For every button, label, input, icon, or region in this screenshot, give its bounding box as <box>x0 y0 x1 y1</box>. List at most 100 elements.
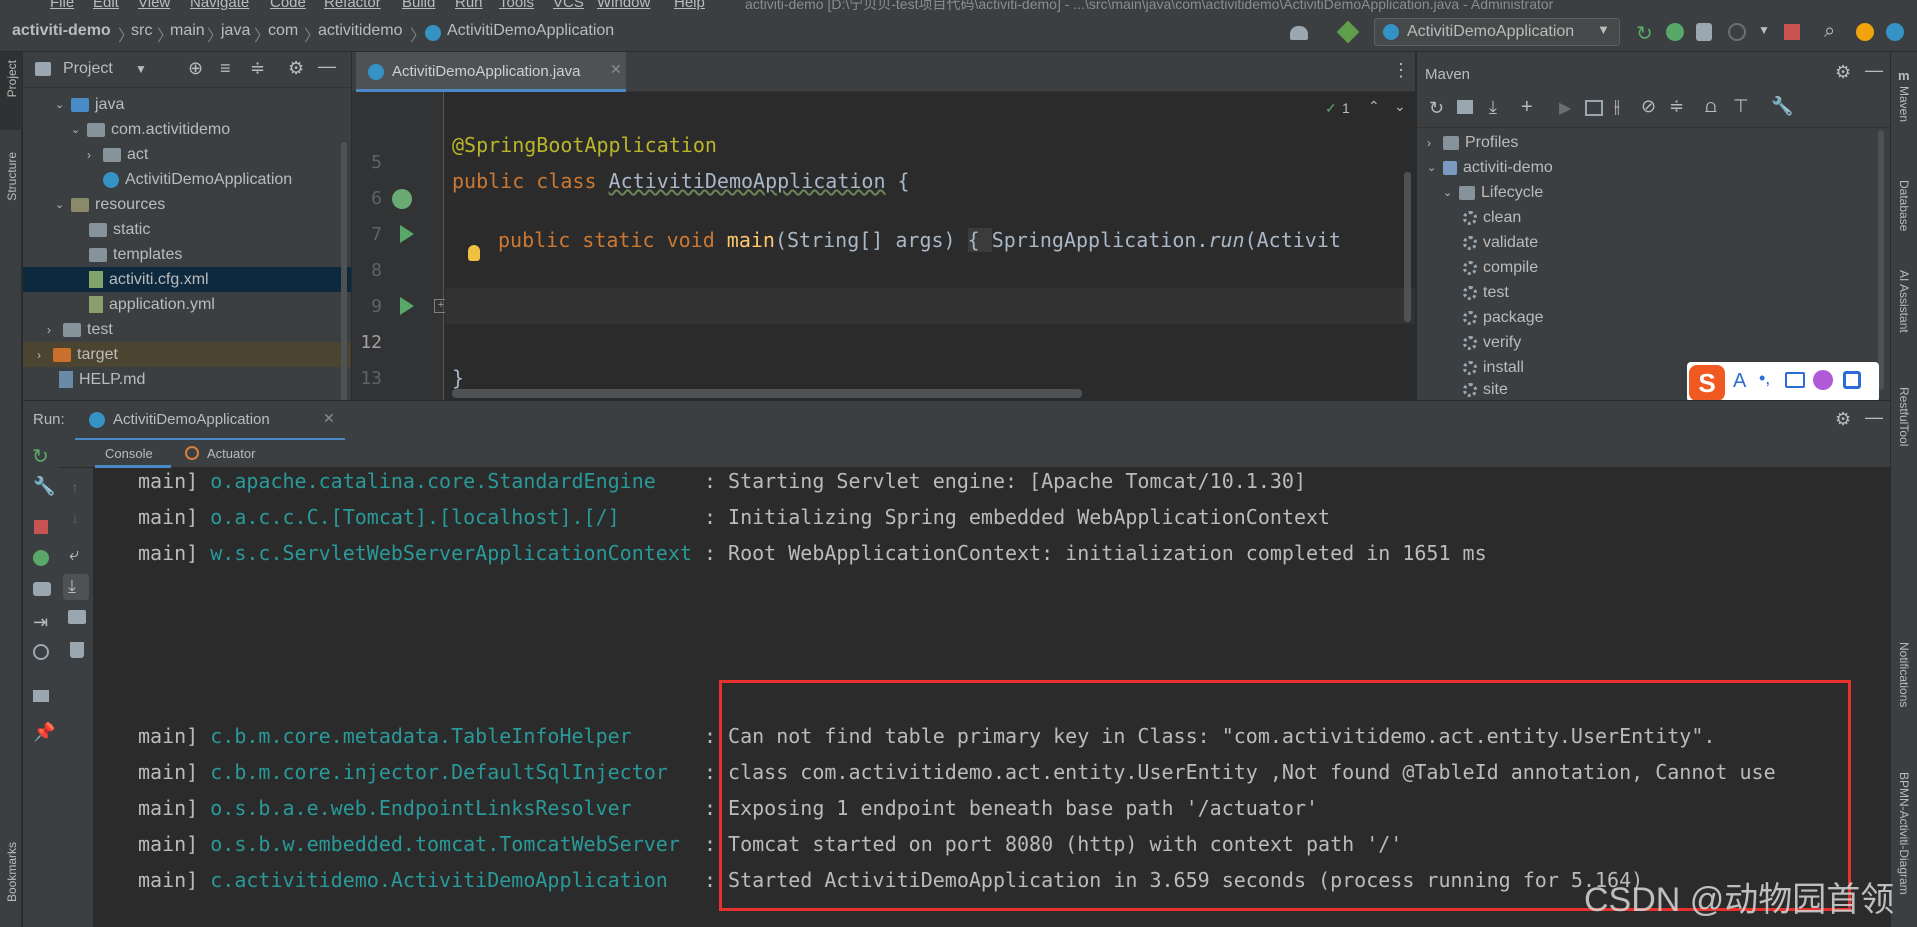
log-logger[interactable]: o.apache.catalina.core.StandardEngine <box>210 469 692 493</box>
log-logger[interactable]: o.s.b.w.embedded.tomcat.TomcatWebServer <box>210 832 692 856</box>
more-run-dropdown-icon[interactable]: ▼ <box>1758 23 1770 37</box>
next-highlight-icon[interactable]: ⌄ <box>1394 98 1406 115</box>
debug-icon[interactable] <box>1666 23 1684 41</box>
maven-lifecycle[interactable]: ⌄ Lifecycle <box>1443 180 1543 205</box>
editor-tab[interactable]: ActivitiDemoApplication.java ✕ <box>356 52 626 92</box>
menu-navigate[interactable]: Navigate <box>190 0 249 11</box>
pin-icon[interactable]: 📌 <box>33 722 55 743</box>
restful-tool-label[interactable]: RestfulTool <box>1897 387 1911 446</box>
rerun-icon[interactable]: ↻ <box>1636 21 1653 46</box>
menu-run[interactable]: Run <box>455 0 483 11</box>
gear-icon[interactable]: ⚙ <box>1835 62 1851 83</box>
tree-item-test[interactable]: › test <box>47 317 113 342</box>
tree-item-activiti-cfg[interactable]: activiti.cfg.xml <box>23 267 351 292</box>
collapse-all-icon[interactable]: ≑ <box>250 58 265 79</box>
profile-icon[interactable] <box>1728 23 1746 41</box>
maven-goal-validate[interactable]: validate <box>1463 230 1538 255</box>
log-logger[interactable]: w.s.c.ServletWebServerApplicationContext <box>210 541 692 565</box>
generate-sources-icon[interactable] <box>1457 100 1473 114</box>
minimize-icon[interactable]: — <box>1865 60 1883 81</box>
add-icon[interactable]: + <box>1521 96 1533 119</box>
down-arrow-icon[interactable]: ↓ <box>71 510 79 528</box>
lightbulb-icon[interactable] <box>468 245 480 261</box>
exit-icon[interactable]: ⇥ <box>33 612 48 633</box>
maven-tool-label[interactable]: Maven <box>1897 86 1911 122</box>
language-icon[interactable]: A <box>1733 370 1746 393</box>
bpmn-tool-label[interactable]: BPMN-Activiti-Diagram <box>1897 772 1911 927</box>
tree-item-static[interactable]: static <box>89 217 150 242</box>
punctuation-icon[interactable]: •, <box>1759 368 1770 389</box>
menu-vcs[interactable]: VCS <box>553 0 584 11</box>
tree-item-main-class[interactable]: ActivitiDemoApplication <box>103 167 292 192</box>
keyboard-icon[interactable] <box>1785 372 1805 388</box>
maven-project[interactable]: ⌄ activiti-demo <box>1427 155 1553 180</box>
log-logger[interactable]: o.a.c.c.C.[Tomcat].[localhost].[/] <box>210 505 692 529</box>
up-arrow-icon[interactable]: ↑ <box>71 480 79 498</box>
analyze-icon[interactable]: ⊤ <box>1733 96 1749 117</box>
locate-icon[interactable]: ⊕ <box>188 58 203 79</box>
tree-item-package[interactable]: ⌄ com.activitidemo <box>71 117 230 142</box>
camera-icon[interactable] <box>33 582 51 596</box>
debug-restart-icon[interactable] <box>33 550 49 566</box>
wrench-icon[interactable]: 🔧 <box>1771 96 1793 117</box>
maven-goal-compile[interactable]: compile <box>1463 255 1538 280</box>
skin-icon[interactable] <box>1813 370 1833 390</box>
run-gutter-icon[interactable] <box>400 225 414 243</box>
menu-refactor[interactable]: Refactor <box>324 0 381 11</box>
updates-icon[interactable] <box>1856 23 1874 41</box>
bookmarks-tool-label[interactable]: Bookmarks <box>5 842 19 902</box>
breadcrumb-package[interactable]: activitidemo <box>318 22 402 40</box>
log-logger[interactable]: o.s.b.a.e.web.EndpointLinksResolver <box>210 796 692 820</box>
execute-goal-icon[interactable] <box>1585 100 1603 116</box>
menu-view[interactable]: View <box>138 0 170 11</box>
user-icon[interactable] <box>1290 26 1308 40</box>
project-view-select[interactable]: Project <box>63 60 113 78</box>
run-config-select[interactable]: ActivitiDemoApplication ▼ <box>1374 18 1620 46</box>
toolbox-icon[interactable] <box>1843 371 1861 389</box>
close-icon[interactable]: ✕ <box>610 61 622 78</box>
tree-item-help-md[interactable]: HELP.md <box>59 367 145 392</box>
plugin-icon[interactable] <box>1886 23 1904 41</box>
tree-item-java[interactable]: ⌄ java <box>55 92 124 117</box>
more-vertical-icon[interactable]: ⋮ <box>1392 60 1410 81</box>
notifications-tool-label[interactable]: Notifications <box>1897 642 1911 707</box>
breadcrumb-class[interactable]: ActivitiDemoApplication <box>447 22 614 40</box>
maven-goal-install[interactable]: install <box>1463 355 1524 380</box>
minimize-icon[interactable]: — <box>1865 407 1883 428</box>
input-method-toolbar[interactable]: S A •, <box>1687 362 1879 402</box>
tree-item-application-yml[interactable]: application.yml <box>89 292 215 317</box>
console-tab[interactable]: Console <box>95 440 171 468</box>
rerun-icon[interactable]: ↻ <box>32 444 49 469</box>
tree-item-templates[interactable]: templates <box>89 242 182 267</box>
horizontal-scrollbar[interactable] <box>452 389 1082 398</box>
database-tool-label[interactable]: Database <box>1897 180 1911 231</box>
project-tool-tab[interactable]: Project <box>0 52 22 130</box>
chevron-down-icon[interactable]: ▼ <box>135 62 147 76</box>
maven-goal-verify[interactable]: verify <box>1463 330 1521 355</box>
maven-profiles[interactable]: › Profiles <box>1427 130 1518 155</box>
gear-icon[interactable]: ⚙ <box>1835 409 1851 430</box>
run-tab[interactable]: ActivitiDemoApplication ✕ <box>75 401 345 441</box>
previous-highlight-icon[interactable]: ⌃ <box>1368 98 1380 115</box>
log-logger[interactable]: c.b.m.core.injector.DefaultSqlInjector <box>210 760 692 784</box>
run-icon[interactable]: ▶ <box>1559 98 1571 118</box>
log-logger[interactable]: c.activitidemo.ActivitiDemoApplication <box>210 868 692 892</box>
structure-tool-label[interactable]: Structure <box>5 152 19 201</box>
spring-bean-icon[interactable] <box>392 189 412 209</box>
tree-item-target[interactable]: › target <box>23 342 351 367</box>
toggle-offline-icon[interactable]: ⫲ <box>1614 96 1620 117</box>
show-dependencies-icon[interactable]: ⩍ <box>1705 96 1717 117</box>
log-logger[interactable]: c.b.m.core.metadata.TableInfoHelper <box>210 724 692 748</box>
inspection-count[interactable]: 1 <box>1342 100 1350 116</box>
search-icon[interactable]: ⌕ <box>1824 20 1835 43</box>
gear-icon[interactable]: ⚙ <box>288 58 304 79</box>
stop-icon[interactable] <box>1784 24 1800 40</box>
maven-goal-test[interactable]: test <box>1463 280 1509 305</box>
vertical-scrollbar[interactable] <box>1404 172 1411 322</box>
settings-search-icon[interactable] <box>33 644 49 660</box>
tree-item-resources[interactable]: ⌄ resources <box>55 192 165 217</box>
maven-goal-site[interactable]: site <box>1463 380 1508 400</box>
tree-item-act[interactable]: › act <box>87 142 148 167</box>
print-icon[interactable] <box>68 610 86 624</box>
stop-icon[interactable] <box>34 520 48 534</box>
